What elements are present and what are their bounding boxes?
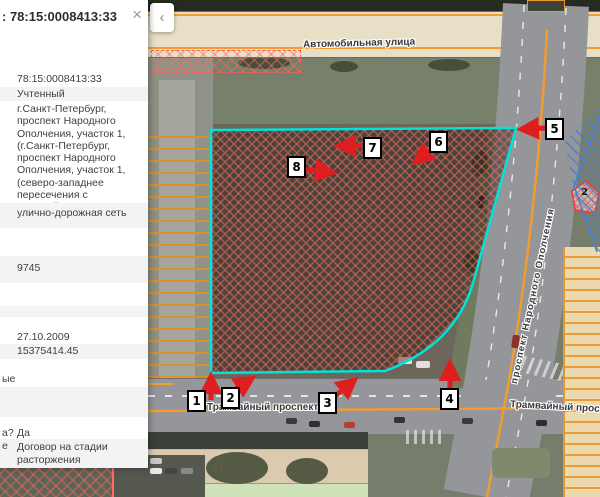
map-marker-5[interactable]: 5 bbox=[545, 118, 564, 140]
map-marker-6[interactable]: 6 bbox=[429, 131, 448, 153]
panel-row-spacer bbox=[0, 359, 148, 372]
attr-truncated-label: ые bbox=[0, 372, 148, 387]
attr-land-use: улично-дорожная сеть bbox=[0, 203, 148, 228]
attr-address: г.Санкт-Петербург, проспект Народного Оп… bbox=[0, 101, 148, 203]
map-marker-7[interactable]: 7 bbox=[363, 137, 382, 159]
panel-row-spacer bbox=[0, 387, 148, 417]
attr-label-fragment: ые bbox=[2, 373, 15, 385]
red-arrows bbox=[211, 128, 546, 400]
attr-value: 78:15:0008413:33 bbox=[17, 73, 102, 85]
map-marker-1[interactable]: 1 bbox=[187, 390, 206, 412]
panel-header: : 78:15:0008413:33 × bbox=[0, 0, 148, 36]
attr-value: улично-дорожная сеть bbox=[17, 207, 126, 219]
attr-area: 9745 bbox=[0, 256, 148, 283]
attr-status: Учтенный bbox=[0, 87, 148, 101]
panel-row-spacer bbox=[0, 228, 148, 256]
map-marker-2[interactable]: 2 bbox=[221, 387, 240, 409]
map-marker-4[interactable]: 4 bbox=[440, 388, 459, 410]
parcel-info-panel: : 78:15:0008413:33 × 78:15:0008413:33 Уч… bbox=[0, 0, 148, 468]
attr-value: 9745 bbox=[17, 262, 40, 274]
attr-value: 27.10.2009 bbox=[17, 331, 70, 343]
map-marker-3[interactable]: 3 bbox=[318, 392, 337, 414]
cadastral-map-app: Автомобильная улица Трамвайный проспект … bbox=[0, 0, 600, 497]
attr-date: 27.10.2009 bbox=[0, 330, 148, 344]
attr-cadastral-number: 78:15:0008413:33 bbox=[0, 72, 148, 87]
close-icon[interactable]: × bbox=[132, 6, 142, 23]
attr-label-fragment: а? bbox=[2, 427, 14, 439]
panel-row-spacer bbox=[0, 36, 148, 72]
attr-value: 15375414.45 bbox=[17, 345, 78, 357]
attr-value: Договор на стадии расторжения bbox=[17, 441, 144, 467]
attr-question-yes: а?Да bbox=[0, 426, 148, 439]
panel-row-spacer bbox=[0, 317, 148, 330]
attr-label-fragment: е bbox=[2, 440, 8, 452]
map-marker-8[interactable]: 8 bbox=[287, 156, 306, 178]
attribute-rows: 78:15:0008413:33 Учтенный г.Санкт-Петерб… bbox=[0, 36, 148, 468]
panel-collapse-button[interactable]: ‹ bbox=[150, 3, 174, 32]
panel-title: : 78:15:0008413:33 bbox=[2, 9, 117, 24]
attr-value: Учтенный bbox=[17, 88, 65, 100]
panel-row-spacer bbox=[0, 417, 148, 426]
attr-cadastral-value: 15375414.45 bbox=[0, 344, 148, 359]
attr-contract-status: е Договор на стадии расторжения bbox=[0, 439, 148, 468]
panel-row-spacer bbox=[0, 283, 148, 306]
attr-value: Да bbox=[17, 427, 30, 439]
panel-row-spacer bbox=[0, 306, 148, 317]
